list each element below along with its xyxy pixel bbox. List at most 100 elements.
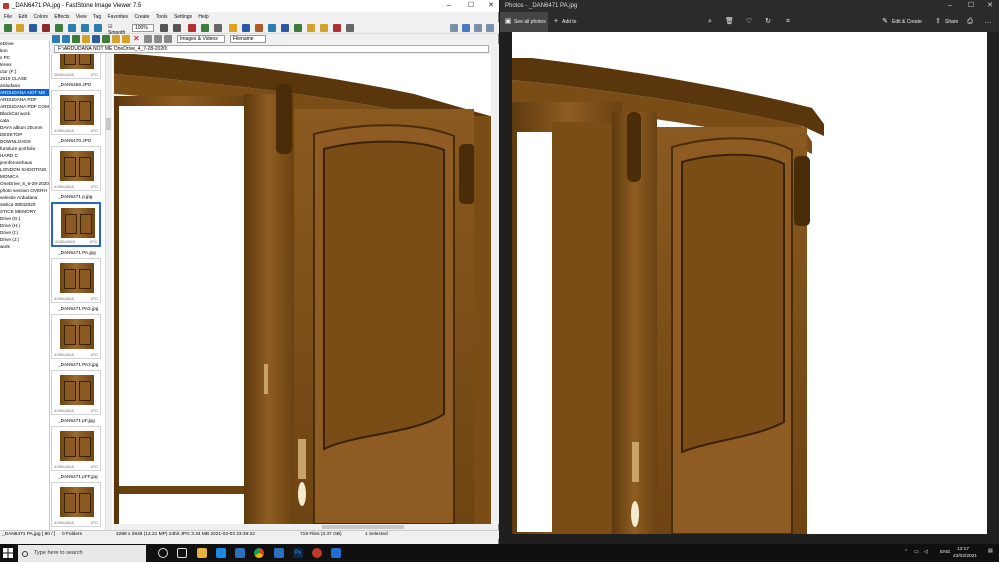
smooth-checkbox[interactable]: ☑ Smooth bbox=[106, 24, 128, 36]
add-to-button[interactable]: + Add to bbox=[552, 12, 582, 32]
zoom-in-icon[interactable] bbox=[68, 24, 76, 32]
photos-minimize-button[interactable]: – bbox=[940, 0, 960, 12]
menu-help[interactable]: Help bbox=[198, 14, 208, 20]
maximize-button[interactable]: ☐ bbox=[461, 0, 481, 12]
file-explorer-icon[interactable] bbox=[197, 548, 207, 558]
network-icon[interactable]: ▭ bbox=[914, 550, 919, 555]
menu-edit[interactable]: Edit bbox=[18, 14, 27, 20]
batch-icon[interactable] bbox=[294, 24, 302, 32]
save-icon[interactable] bbox=[29, 24, 37, 32]
effects-icon[interactable] bbox=[229, 24, 237, 32]
tree-item[interactable]: selectie Ardudana bbox=[0, 194, 49, 201]
menu-tag[interactable]: Tag bbox=[93, 14, 101, 20]
tree-item[interactable]: stelica 08032020 bbox=[0, 201, 49, 208]
photos-titlebar[interactable]: Photos - _DAN6471 PA.jpg – ☐ ✕ bbox=[500, 0, 999, 12]
refresh-icon[interactable] bbox=[92, 35, 100, 43]
tree-item[interactable]: eDrive bbox=[0, 40, 49, 47]
fullscreen-icon[interactable] bbox=[474, 24, 482, 32]
menu-favorites[interactable]: Favorites bbox=[108, 14, 129, 20]
photos-taskbar-icon[interactable] bbox=[331, 548, 341, 558]
copy-icon[interactable] bbox=[320, 24, 328, 32]
tree-item[interactable]: furniture portfolio bbox=[0, 145, 49, 152]
thumbnail[interactable]: 4288x2848 JPG bbox=[51, 482, 101, 527]
info-icon[interactable] bbox=[346, 24, 354, 32]
tree-item[interactable]: ARDUDANA PDF bbox=[0, 96, 49, 103]
tree-item[interactable]: teries bbox=[0, 61, 49, 68]
taskbar-search-input[interactable]: Type here to search bbox=[18, 545, 146, 562]
fit-icon[interactable] bbox=[94, 24, 102, 32]
draw-icon[interactable] bbox=[255, 24, 263, 32]
thumbnail-panel[interactable]: 2846x4288 JPG _DAN6469.JPG 4288x2848 JPG _DAN… bbox=[50, 54, 113, 530]
filter-icon[interactable] bbox=[164, 35, 172, 43]
crop-tool-icon[interactable]: ⌗ bbox=[784, 18, 792, 26]
tree-item[interactable]: tion bbox=[0, 47, 49, 54]
rotate-right-icon[interactable] bbox=[173, 24, 181, 32]
thumbnail[interactable]: 4288x2848 JPG bbox=[51, 314, 101, 359]
tree-item[interactable]: Drive (H:) bbox=[0, 222, 49, 229]
move-to-icon[interactable] bbox=[122, 35, 130, 43]
tree-item[interactable]: ctor (F:) bbox=[0, 68, 49, 75]
mail-icon[interactable] bbox=[235, 548, 245, 558]
open-icon[interactable] bbox=[4, 24, 12, 32]
folder-tree[interactable]: eDrive tion s PC teries ctor (F:) 2019 CLASE a… bbox=[0, 40, 50, 532]
tree-item[interactable]: Drive (I:) bbox=[0, 229, 49, 236]
tree-item[interactable]: s PC bbox=[0, 54, 49, 61]
faststone-taskbar-icon[interactable] bbox=[312, 548, 322, 558]
viewer-horizontal-scroll-thumb[interactable] bbox=[322, 525, 404, 529]
tree-item[interactable]: BlackCat work bbox=[0, 110, 49, 117]
tree-item[interactable]: DAYA album 20cmm bbox=[0, 124, 49, 131]
menu-colors[interactable]: Colors bbox=[33, 14, 47, 20]
task-view-icon[interactable] bbox=[177, 548, 187, 558]
delete-icon[interactable] bbox=[333, 24, 341, 32]
photos-close-button[interactable]: ✕ bbox=[980, 0, 999, 12]
tree-item[interactable]: MONICA bbox=[0, 173, 49, 180]
menu-effects[interactable]: Effects bbox=[54, 14, 69, 20]
tree-item[interactable]: ardudana bbox=[0, 82, 49, 89]
filter-select[interactable]: Images & Videos bbox=[177, 35, 225, 43]
photoshop-icon[interactable]: Ps bbox=[293, 548, 303, 558]
thumbnail[interactable]: 4288x2848 JPG bbox=[51, 258, 101, 303]
more-options-icon[interactable]: … bbox=[984, 18, 992, 26]
image-viewer[interactable] bbox=[114, 54, 491, 524]
tree-item[interactable]: 2019 CLASE bbox=[0, 75, 49, 82]
menu-settings[interactable]: Settings bbox=[174, 14, 192, 20]
up-folder-icon[interactable] bbox=[72, 35, 80, 43]
email-icon[interactable] bbox=[268, 24, 276, 32]
viewer-vertical-scrollbar[interactable] bbox=[491, 44, 499, 524]
thumbnail-view-icon[interactable] bbox=[462, 24, 470, 32]
menu-view[interactable]: View bbox=[76, 14, 87, 20]
thumbnail[interactable]: 4288x2848 JPG bbox=[51, 202, 101, 247]
tree-item[interactable]: LONDON SHOOTING bbox=[0, 166, 49, 173]
close-button[interactable]: ✕ bbox=[481, 0, 501, 12]
clock-date[interactable]: 23/02/2021 bbox=[953, 554, 977, 559]
tree-item[interactable]: DOWNLOADS bbox=[0, 138, 49, 145]
volume-icon[interactable]: ◁ bbox=[924, 550, 928, 555]
heart-icon[interactable]: ♡ bbox=[745, 18, 753, 26]
menu-create[interactable]: Create bbox=[134, 14, 149, 20]
share-button[interactable]: ⇪ Share bbox=[934, 12, 960, 32]
tag-icon[interactable] bbox=[154, 35, 162, 43]
menu-file[interactable]: File bbox=[4, 14, 12, 20]
copy-to-icon[interactable] bbox=[112, 35, 120, 43]
slideshow-icon[interactable] bbox=[55, 24, 63, 32]
chrome-icon[interactable] bbox=[254, 548, 264, 558]
thumbnail[interactable]: 4288x2848 JPG bbox=[51, 146, 101, 191]
select-all-icon[interactable] bbox=[144, 35, 152, 43]
favorite-icon[interactable] bbox=[82, 35, 90, 43]
notifications-icon[interactable]: ▤ bbox=[988, 549, 993, 554]
trash-icon[interactable]: 🗑 bbox=[725, 18, 734, 26]
windows-start-icon[interactable] bbox=[3, 548, 13, 558]
tree-item[interactable]: OneDrive_6_6-29-2020 bbox=[0, 180, 49, 187]
crop-icon[interactable] bbox=[188, 24, 196, 32]
tree-item[interactable]: HARD C bbox=[0, 152, 49, 159]
resize-icon[interactable] bbox=[201, 24, 209, 32]
tree-item[interactable]: photo session OVERH bbox=[0, 187, 49, 194]
tree-item[interactable]: ARDUDANA NOT ME bbox=[0, 89, 49, 96]
edge-icon[interactable] bbox=[216, 548, 226, 558]
tree-item[interactable]: DESKTOP bbox=[0, 131, 49, 138]
new-folder-icon[interactable] bbox=[102, 35, 110, 43]
edit-create-button[interactable]: ✎ Edit & Create bbox=[881, 12, 929, 32]
settings-icon[interactable] bbox=[486, 24, 494, 32]
tree-item[interactable]: Drive (J:) bbox=[0, 236, 49, 243]
menu-tools[interactable]: Tools bbox=[156, 14, 168, 20]
